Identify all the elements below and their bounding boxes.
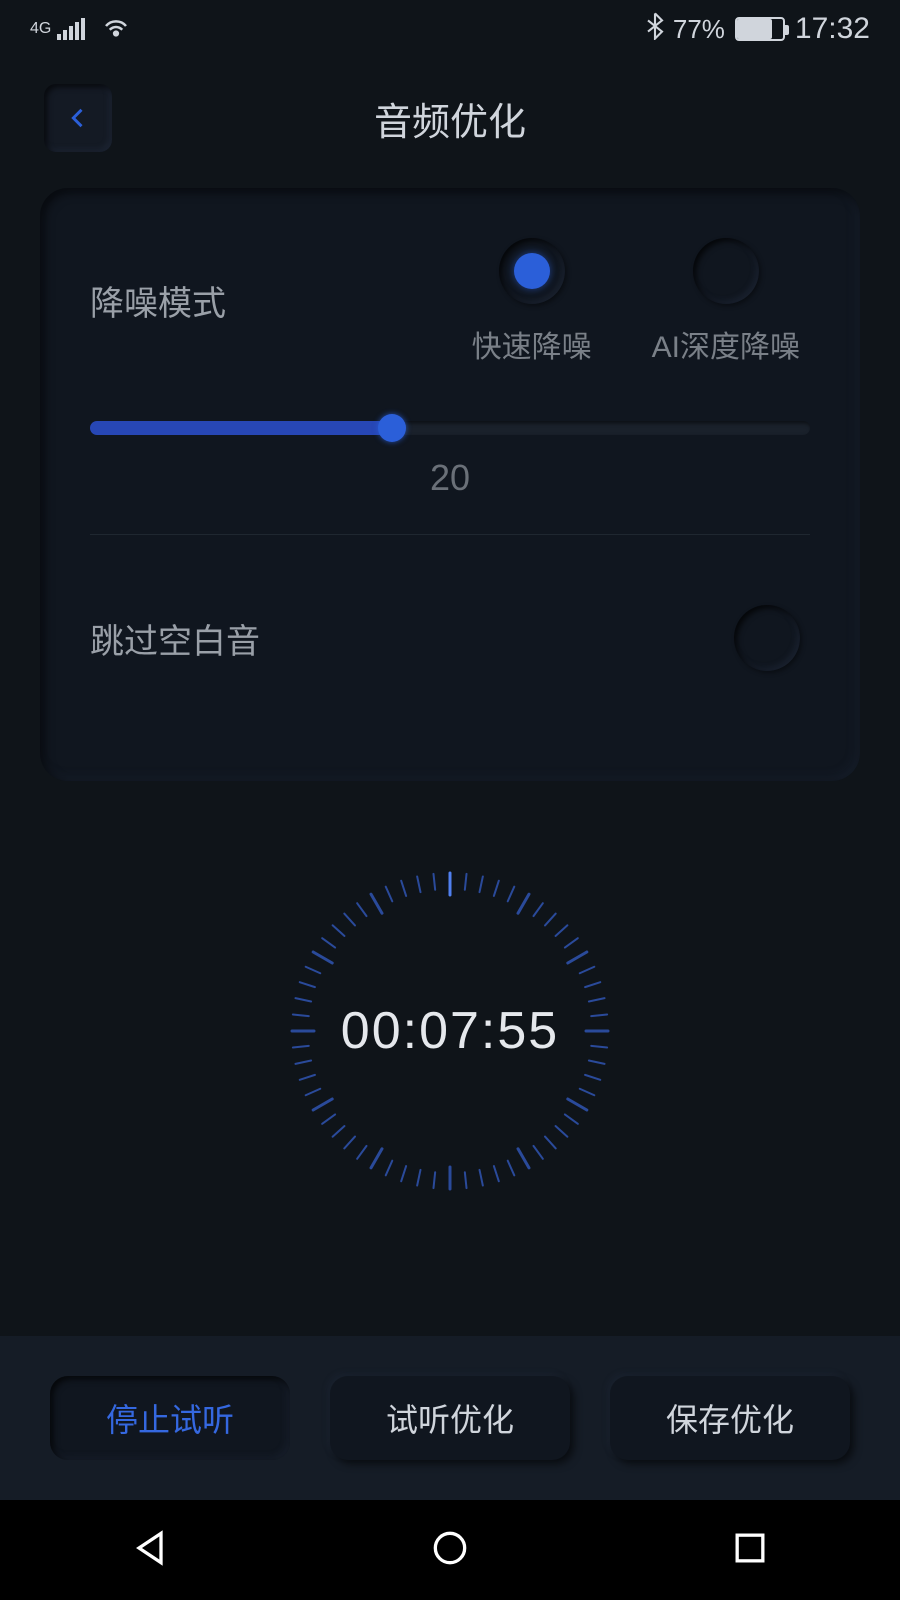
stop-preview-button[interactable]: 停止试听 [50, 1376, 290, 1460]
noise-mode-label: 降噪模式 [90, 238, 226, 325]
wifi-icon [101, 11, 131, 48]
settings-card: 降噪模式 快速降噪 AI深度降噪 20 跳过空白音 [40, 188, 860, 781]
slider-value: 20 [90, 457, 810, 499]
mode-option-ai[interactable]: AI深度降噪 [652, 238, 800, 366]
android-nav-bar [0, 1500, 900, 1600]
mode-option-fast[interactable]: 快速降噪 [472, 238, 592, 366]
mode-option-label: AI深度降噪 [652, 322, 800, 366]
noise-slider[interactable] [90, 421, 810, 435]
page-title: 音频优化 [0, 91, 900, 146]
battery-icon [735, 17, 785, 41]
network-indicator: 4G [30, 18, 89, 40]
battery-percent: 77% [673, 14, 725, 45]
bottom-toolbar: 停止试听 试听优化 保存优化 [0, 1336, 900, 1500]
header: 音频优化 [0, 58, 900, 178]
nav-recent-button[interactable] [728, 1526, 772, 1575]
skip-silence-label: 跳过空白音 [90, 614, 260, 663]
slider-thumb-icon[interactable] [378, 414, 406, 442]
save-button[interactable]: 保存优化 [610, 1376, 850, 1460]
clock: 17:32 [795, 12, 870, 46]
timer-value: 00:07:55 [260, 841, 640, 1221]
preview-button[interactable]: 试听优化 [330, 1376, 570, 1460]
nav-home-button[interactable] [428, 1526, 472, 1575]
timer: 00:07:55 [0, 841, 900, 1221]
nav-back-button[interactable] [128, 1526, 172, 1575]
status-bar: 4G 77% 17:32 [0, 0, 900, 58]
skip-silence-toggle[interactable] [734, 605, 800, 671]
mode-option-label: 快速降噪 [472, 322, 592, 366]
radio-icon [693, 238, 759, 304]
bluetooth-icon [645, 12, 665, 47]
signal-bars-icon [57, 18, 85, 40]
radio-icon [499, 238, 565, 304]
